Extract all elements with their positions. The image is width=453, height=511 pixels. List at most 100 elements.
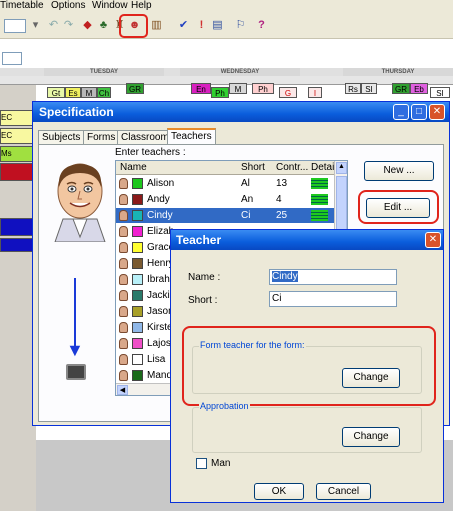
grid-cell[interactable]: En [191, 83, 211, 94]
teacher-color-swatch [132, 322, 143, 333]
computer-icon [66, 364, 86, 380]
new-button[interactable]: New ... [364, 161, 434, 181]
subjects-icon[interactable]: ◆ [80, 18, 95, 33]
grid-cell[interactable]: EC [0, 128, 34, 144]
grid-cell[interactable]: Ph [252, 83, 274, 94]
check-icon[interactable]: ✔ [176, 18, 191, 33]
approbation-label: Approbation [199, 401, 250, 411]
man-checkbox[interactable] [196, 458, 207, 469]
grid-cell[interactable]: I [308, 87, 322, 98]
teacher-icon [119, 306, 128, 317]
teacher-contract: 25 [276, 210, 288, 221]
warning-icon[interactable]: ! [194, 18, 209, 33]
grid-cell[interactable]: Es [65, 87, 81, 98]
grid-cell[interactable]: Ph [211, 87, 229, 98]
teacher-icon [119, 370, 128, 381]
menu-timetable[interactable]: Timetable [0, 0, 44, 12]
teacher-color-swatch [132, 306, 143, 317]
grid-cell[interactable]: Gt [47, 87, 65, 98]
classrooms-icon[interactable]: ♜ [112, 18, 127, 33]
close-icon[interactable]: ✕ [429, 104, 445, 120]
forms-icon[interactable]: ♣ [96, 18, 111, 33]
short-label: Short : [188, 295, 218, 306]
dropdown-icon[interactable]: ▾ [28, 18, 43, 33]
grid-cell[interactable]: GR [392, 83, 410, 94]
tab-subjects[interactable]: Subjects [38, 130, 85, 145]
menu-window[interactable]: Window [92, 0, 128, 12]
teacher-color-swatch [132, 354, 143, 365]
print-icon[interactable]: ▤ [210, 18, 225, 33]
grid-cell[interactable]: Ms [0, 146, 34, 162]
teacher-color-swatch [132, 338, 143, 349]
redo-icon[interactable]: ↷ [61, 18, 76, 33]
ok-button[interactable]: OK [254, 483, 304, 500]
teacher-row[interactable]: Alison Al 13 [116, 176, 334, 191]
teacher-color-swatch [132, 370, 143, 381]
scroll-left-icon[interactable]: ◀ [117, 385, 128, 395]
change-form-button[interactable]: Change [342, 368, 400, 388]
teacher-icon [119, 178, 128, 189]
teacher-icon [119, 210, 128, 221]
teacher-icon [119, 258, 128, 269]
teacher-icon [119, 338, 128, 349]
maximize-icon[interactable]: □ [411, 104, 427, 120]
teacher-row[interactable]: Andy An 4 [116, 192, 334, 207]
teacher-color-swatch [132, 194, 143, 205]
network-icon[interactable]: ⚐ [233, 18, 248, 33]
day-header-wednesday: WEDNESDAY [180, 68, 300, 76]
grid-cell[interactable] [0, 218, 34, 236]
teacher-face-icon [54, 163, 106, 242]
form-teacher-group: Form teacher for the form: Change [192, 340, 422, 394]
change-approbation-button[interactable]: Change [342, 427, 400, 447]
menu-bar: Timetable Options Window Help [0, 0, 453, 13]
name-field[interactable]: Cindy [269, 269, 397, 285]
close-icon[interactable]: ✕ [425, 232, 441, 248]
help-icon[interactable]: ? [254, 18, 269, 33]
teacher-contract: 13 [276, 178, 288, 189]
grid-cell[interactable]: EC [0, 110, 34, 126]
teacher-name: Alison [147, 178, 175, 189]
undo-icon[interactable]: ↶ [46, 18, 61, 33]
edit-button[interactable]: Edit ... [366, 198, 430, 218]
teacher-color-swatch [132, 242, 143, 253]
teacher-contract: 4 [276, 194, 282, 205]
teachers-icon[interactable]: ☻ [127, 18, 142, 33]
grid-cell[interactable]: M [229, 83, 247, 94]
day-header-tuesday: TUESDAY [44, 68, 164, 76]
teacher-icon [119, 322, 128, 333]
grid-cell[interactable]: Ch [97, 87, 111, 98]
grid-cell[interactable]: Eb [410, 83, 428, 94]
teacher-color-swatch [132, 290, 143, 301]
menu-options[interactable]: Options [51, 0, 85, 12]
scroll-thumb[interactable] [336, 176, 347, 236]
cancel-button[interactable]: Cancel [316, 483, 371, 500]
toolbar: ▾ ↶ ↷ ◆ ♣ ♜ ☻ ▥ ✔ ! ▤ ⚐ ? [0, 13, 453, 39]
teacher-dialog-title: Teacher [171, 230, 443, 250]
teacher-row[interactable]: Cindy Ci 25 [116, 208, 334, 223]
tab-forms[interactable]: Forms [83, 130, 120, 145]
teacher-icon [119, 354, 128, 365]
grid-cell[interactable] [0, 238, 34, 252]
grid-cell[interactable] [0, 163, 34, 181]
teacher-short: An [241, 194, 254, 205]
grid-cell[interactable]: SI [430, 87, 450, 98]
grid-cell[interactable]: G [279, 87, 297, 98]
teacher-details-bar [311, 178, 328, 189]
grid-cell[interactable]: GR [126, 83, 144, 94]
short-field[interactable]: Ci [269, 291, 397, 307]
grid-cell[interactable]: Rs [345, 83, 361, 94]
menu-help[interactable]: Help [131, 0, 152, 12]
teacher-name: Mand [147, 370, 173, 381]
lessons-icon[interactable]: ▥ [149, 18, 164, 33]
col-name[interactable]: Name [120, 161, 147, 175]
grid-cell[interactable]: SI [361, 83, 377, 94]
grid-cell[interactable]: M [81, 87, 97, 98]
scroll-up-icon[interactable]: ▲ [336, 162, 347, 174]
col-contr[interactable]: Contr... [276, 161, 308, 175]
sheet-tab[interactable] [2, 52, 22, 65]
toolbar-combo[interactable] [4, 19, 26, 33]
arrow-down-icon: ▼ [66, 340, 84, 360]
minimize-icon[interactable]: _ [393, 104, 409, 120]
col-short[interactable]: Short [241, 161, 265, 175]
teacher-icon [119, 274, 128, 285]
